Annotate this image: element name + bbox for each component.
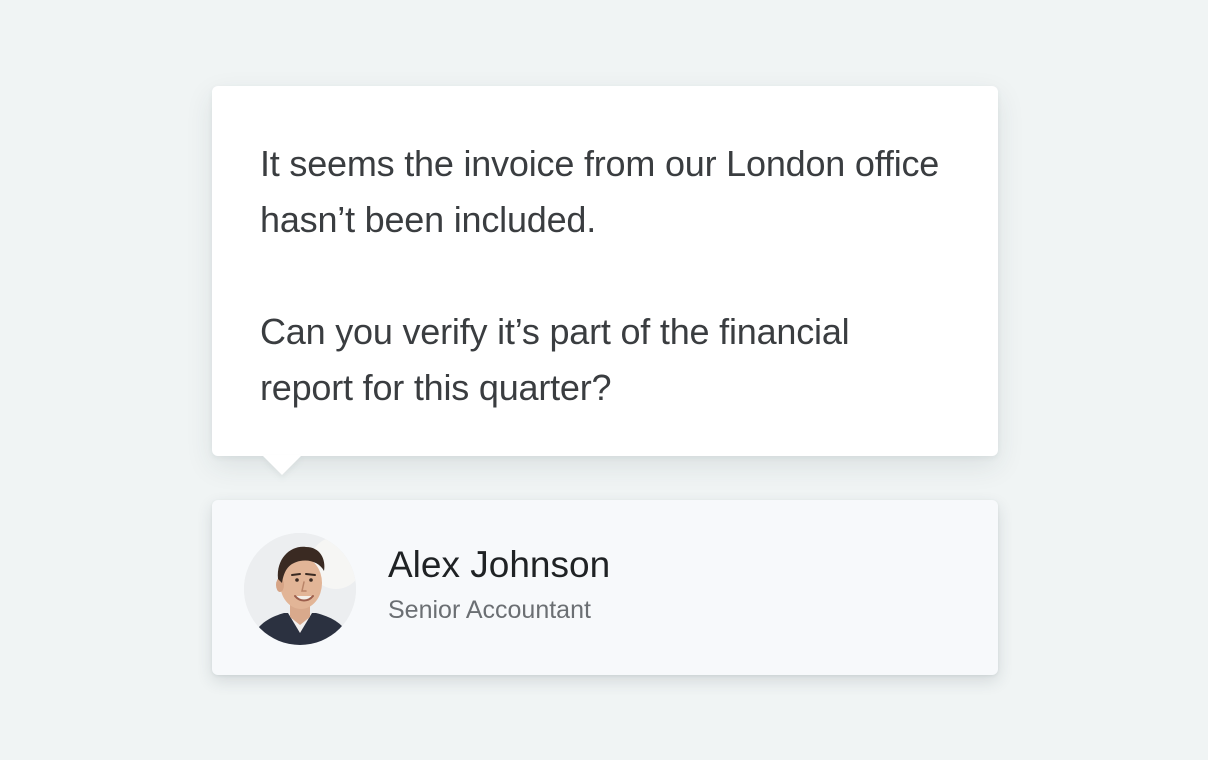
author-name: Alex Johnson [388, 544, 611, 585]
message-bubble: It seems the invoice from our London off… [212, 86, 998, 456]
message-paragraph-2: Can you verify it’s part of the financia… [260, 311, 850, 408]
bubble-tail-pointer [262, 455, 302, 475]
message-paragraph-1: It seems the invoice from our London off… [260, 143, 940, 240]
testimonial-stage: It seems the invoice from our London off… [0, 0, 1208, 760]
author-role: Senior Accountant [388, 596, 591, 624]
person-photo-avatar-icon [244, 533, 356, 645]
author-card: Alex Johnson Senior Accountant [212, 500, 998, 675]
avatar [244, 533, 356, 645]
